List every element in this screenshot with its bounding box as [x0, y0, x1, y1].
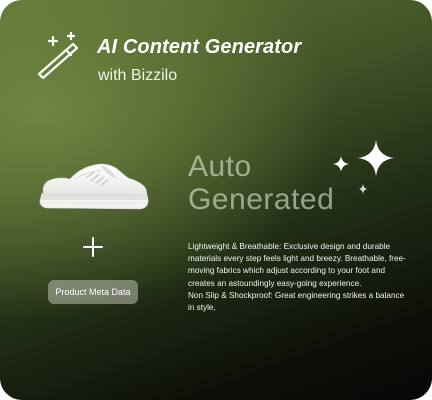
sneaker-image [39, 163, 149, 210]
sparkles-icon [333, 140, 394, 194]
product-meta-data-button[interactable]: Product Meta Data [48, 280, 138, 304]
description-paragraph: Lightweight & Breathable: Exclusive desi… [188, 242, 406, 288]
plus-icon [83, 237, 103, 257]
magic-wand-icon [37, 31, 79, 80]
heading-line-generated: Generated [188, 183, 335, 216]
app-title: AI Content Generator [97, 36, 302, 58]
generated-description: Lightweight & Breathable: Exclusive desi… [188, 241, 408, 314]
description-paragraph: Non Slip & Shockproof: Great engineering… [188, 290, 405, 313]
app-subtitle: with Bizzilo [98, 67, 178, 84]
auto-generated-heading: Auto Generated [188, 150, 334, 216]
heading-line-auto: Auto [188, 150, 252, 183]
promo-card: AI Content Generator with Bizzilo Produc… [0, 0, 432, 400]
